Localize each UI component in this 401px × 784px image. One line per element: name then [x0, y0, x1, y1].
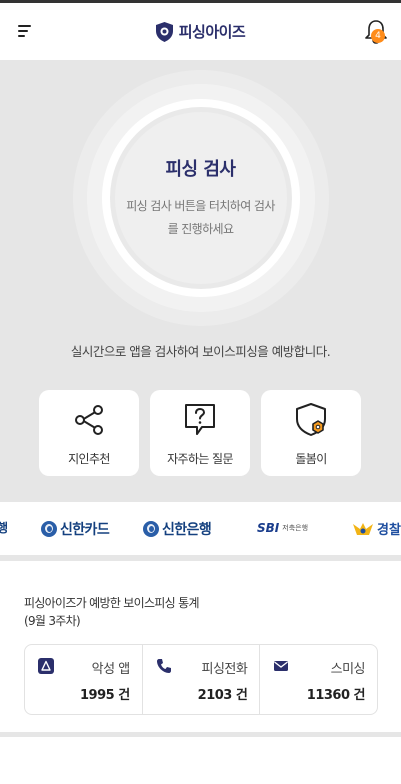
- referral-label: 지인추천: [68, 452, 110, 466]
- action-cards: 지인추천 자주하는 질문 돌봄이: [39, 390, 361, 476]
- stat-label: 피싱전화: [201, 662, 248, 677]
- stat-value: 1995 건: [80, 688, 130, 703]
- phishing-scan-button[interactable]: 피싱 검사 피싱 검사 버튼을 터치하여 검사를 진행하세요: [115, 112, 287, 284]
- partner-police: 경찰: [352, 519, 401, 538]
- stats-box: 악성 앱 1995 건 피싱전화 2103 건 스미싱 11360 건: [24, 644, 378, 715]
- shield-logo-icon: [155, 21, 173, 42]
- shinhan-bank-logo-icon: [143, 521, 159, 537]
- scan-description: 피싱 검사 버튼을 터치하여 검사를 진행하세요: [126, 199, 275, 236]
- stats-section: 피싱아이즈가 예방한 보이스피싱 통계 (9월 3주차) 악성 앱 1995 건…: [0, 561, 401, 732]
- app-header: 피싱아이즈 4: [0, 3, 401, 60]
- sbi-logo-text: SBI: [257, 521, 280, 535]
- share-icon: [75, 405, 103, 435]
- guardian-label: 돌봄이: [295, 452, 327, 466]
- notification-badge: 4: [371, 29, 385, 43]
- partner-edge-text: 행: [0, 521, 8, 535]
- app-icon: [38, 658, 54, 674]
- notification-button[interactable]: 4: [363, 17, 389, 45]
- notice-text: 실시간으로 앱을 검사하여 보이스피싱을 예방합니다.: [70, 344, 331, 359]
- stats-title: 피싱아이즈가 예방한 보이스피싱 통계: [24, 596, 199, 610]
- app-logo: 피싱아이즈: [155, 21, 246, 42]
- scan-section: 피싱 검사 피싱 검사 버튼을 터치하여 검사를 진행하세요 실시간으로 앱을 …: [0, 60, 401, 500]
- faq-card[interactable]: 자주하는 질문: [150, 390, 250, 476]
- stat-malicious-app: 악성 앱 1995 건: [25, 645, 142, 714]
- phone-icon: [156, 659, 171, 673]
- shinhan-bank-text: 신한은행: [162, 522, 212, 538]
- partner-edge: 행: [0, 519, 8, 536]
- mail-icon: [274, 661, 289, 671]
- stat-smishing: 스미싱 11360 건: [259, 645, 377, 714]
- guardian-card[interactable]: 돌봄이: [261, 390, 361, 476]
- referral-card[interactable]: 지인추천: [39, 390, 139, 476]
- stat-label: 악성 앱: [91, 662, 131, 677]
- sbi-sub-text: 저축은행: [282, 524, 309, 532]
- question-icon: [185, 404, 215, 435]
- partner-sbi: SBI 저축은행: [257, 521, 308, 535]
- stat-value: 11360 건: [306, 688, 366, 703]
- partner-logos: 행 신한카드 신한은행 SBI 저축은행 경찰: [0, 502, 401, 555]
- police-emblem-icon: [353, 522, 373, 535]
- shinhan-card-text: 신한카드: [60, 522, 110, 538]
- shinhan-card-logo-icon: [41, 521, 57, 537]
- faq-label: 자주하는 질문: [167, 452, 233, 466]
- police-text: 경찰: [377, 523, 401, 538]
- menu-icon[interactable]: [14, 21, 34, 41]
- stat-value: 2103 건: [197, 688, 248, 703]
- bottom-section: [0, 737, 401, 784]
- stat-label: 스미싱: [330, 662, 366, 677]
- partner-shinhan-card: 신한카드: [41, 519, 110, 539]
- partner-shinhan-bank: 신한은행: [143, 519, 212, 539]
- stat-phishing-call: 피싱전화 2103 건: [141, 645, 260, 714]
- stats-period: (9월 3주차): [24, 614, 81, 628]
- scan-title: 피싱 검사: [165, 159, 236, 180]
- shield-icon: [296, 403, 326, 436]
- app-title: 피싱아이즈: [178, 23, 246, 41]
